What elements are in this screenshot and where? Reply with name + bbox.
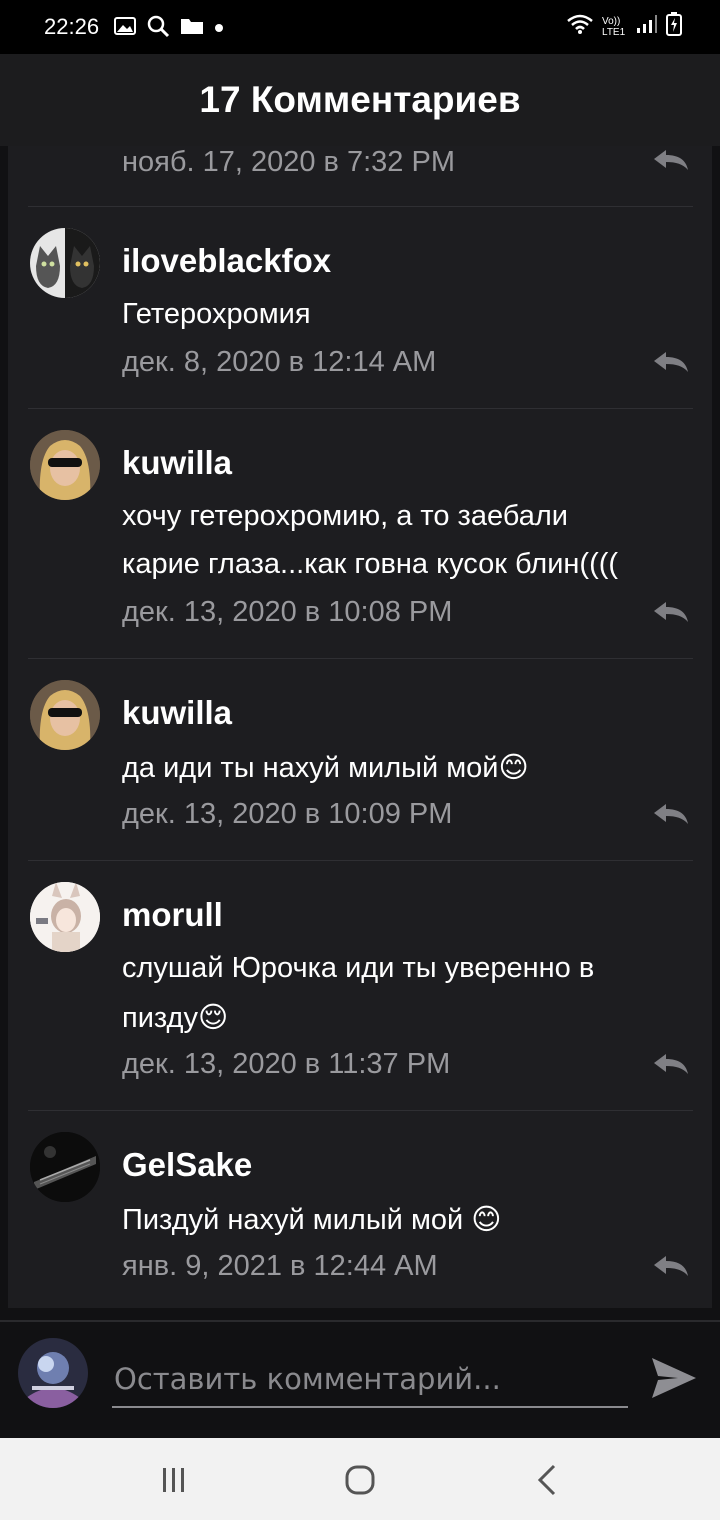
reply-icon[interactable] [652,148,690,172]
back-button[interactable] [528,1460,568,1500]
comment-timestamp: дек. 13, 2020 в 10:08 PM [122,596,453,628]
avatar[interactable] [30,882,100,952]
reply-icon[interactable] [652,350,690,374]
divider [28,206,693,207]
comment-author[interactable]: kuwilla [122,694,232,732]
page-title: 17 Комментариев [199,79,521,120]
wifi-icon [566,13,594,40]
recents-icon [163,1468,184,1492]
avatar[interactable] [30,1132,100,1202]
comment-text: слушай Юрочка иди ты уверенно в [122,952,595,984]
status-time: 22:26 [44,14,100,39]
comment-item: morull слушай Юрочка иди ты уверенно в п… [8,860,712,1110]
comment-text: Пиздуй нахуй милый мой 😊 [122,1204,502,1236]
reply-icon[interactable] [652,600,690,624]
app-header: 17 Комментариев [0,54,720,146]
comment-text: хочу гетерохромию, а то заебали [122,500,568,532]
comment-text: пизду😌 [122,1002,229,1034]
avatar[interactable] [30,680,100,750]
comment-item: iloveblackfox Гетерохромия дек. 8, 2020 … [8,206,712,408]
network-label: Vo)) LTE1 [602,15,626,38]
divider [28,860,693,861]
comment-timestamp: дек. 13, 2020 в 10:09 PM [122,798,453,830]
gallery-icon [114,16,136,41]
reply-icon[interactable] [652,1254,690,1278]
reply-icon[interactable] [652,802,690,826]
comment-text: карие глаза...как говна кусок блин(((( [122,548,619,580]
home-button[interactable] [340,1460,380,1500]
comment-item-partial: нояб. 17, 2020 в 7:32 PM [8,146,712,206]
avatar[interactable] [30,430,100,500]
comment-timestamp: янв. 9, 2021 в 12:44 AM [122,1250,438,1282]
status-bar: 22:26 Vo)) LTE1 [0,0,720,54]
comment-item: kuwilla хочу гетерохромию, а то заебали … [8,408,712,658]
comment-timestamp: нояб. 17, 2020 в 7:32 PM [122,146,455,178]
comment-composer [0,1320,720,1438]
send-button[interactable] [648,1352,700,1404]
system-nav-bar [0,1438,720,1520]
back-icon [537,1464,556,1496]
comment-timestamp: дек. 8, 2020 в 12:14 AM [122,346,437,378]
search-icon [146,14,170,43]
comment-item: GelSake Пиздуй нахуй милый мой 😊 янв. 9,… [8,1110,712,1308]
comment-timestamp: дек. 13, 2020 в 11:37 PM [122,1048,451,1080]
notification-dot-icon [214,20,224,38]
comment-author[interactable]: morull [122,896,223,934]
comment-text: Гетерохромия [122,298,311,330]
comment-item: kuwilla да иди ты нахуй милый мой😊 дек. … [8,658,712,860]
send-icon [652,1358,696,1398]
folder-icon [180,16,204,41]
divider [28,658,693,659]
avatar[interactable] [30,228,100,298]
divider [28,408,693,409]
comment-text: да иди ты нахуй милый мой😊 [122,752,529,784]
comment-author[interactable]: kuwilla [122,444,232,482]
signal-icon [636,14,658,39]
comment-input[interactable] [112,1352,628,1408]
battery-icon [666,12,682,41]
recent-apps-button[interactable] [154,1460,194,1500]
comment-author[interactable]: iloveblackfox [122,242,331,280]
comments-list[interactable]: нояб. 17, 2020 в 7:32 PM iloveblackfox Г… [8,146,712,1308]
user-avatar[interactable] [18,1338,88,1408]
home-icon [345,1465,375,1495]
comment-author[interactable]: GelSake [122,1146,252,1184]
reply-icon[interactable] [652,1052,690,1076]
divider [28,1110,693,1111]
